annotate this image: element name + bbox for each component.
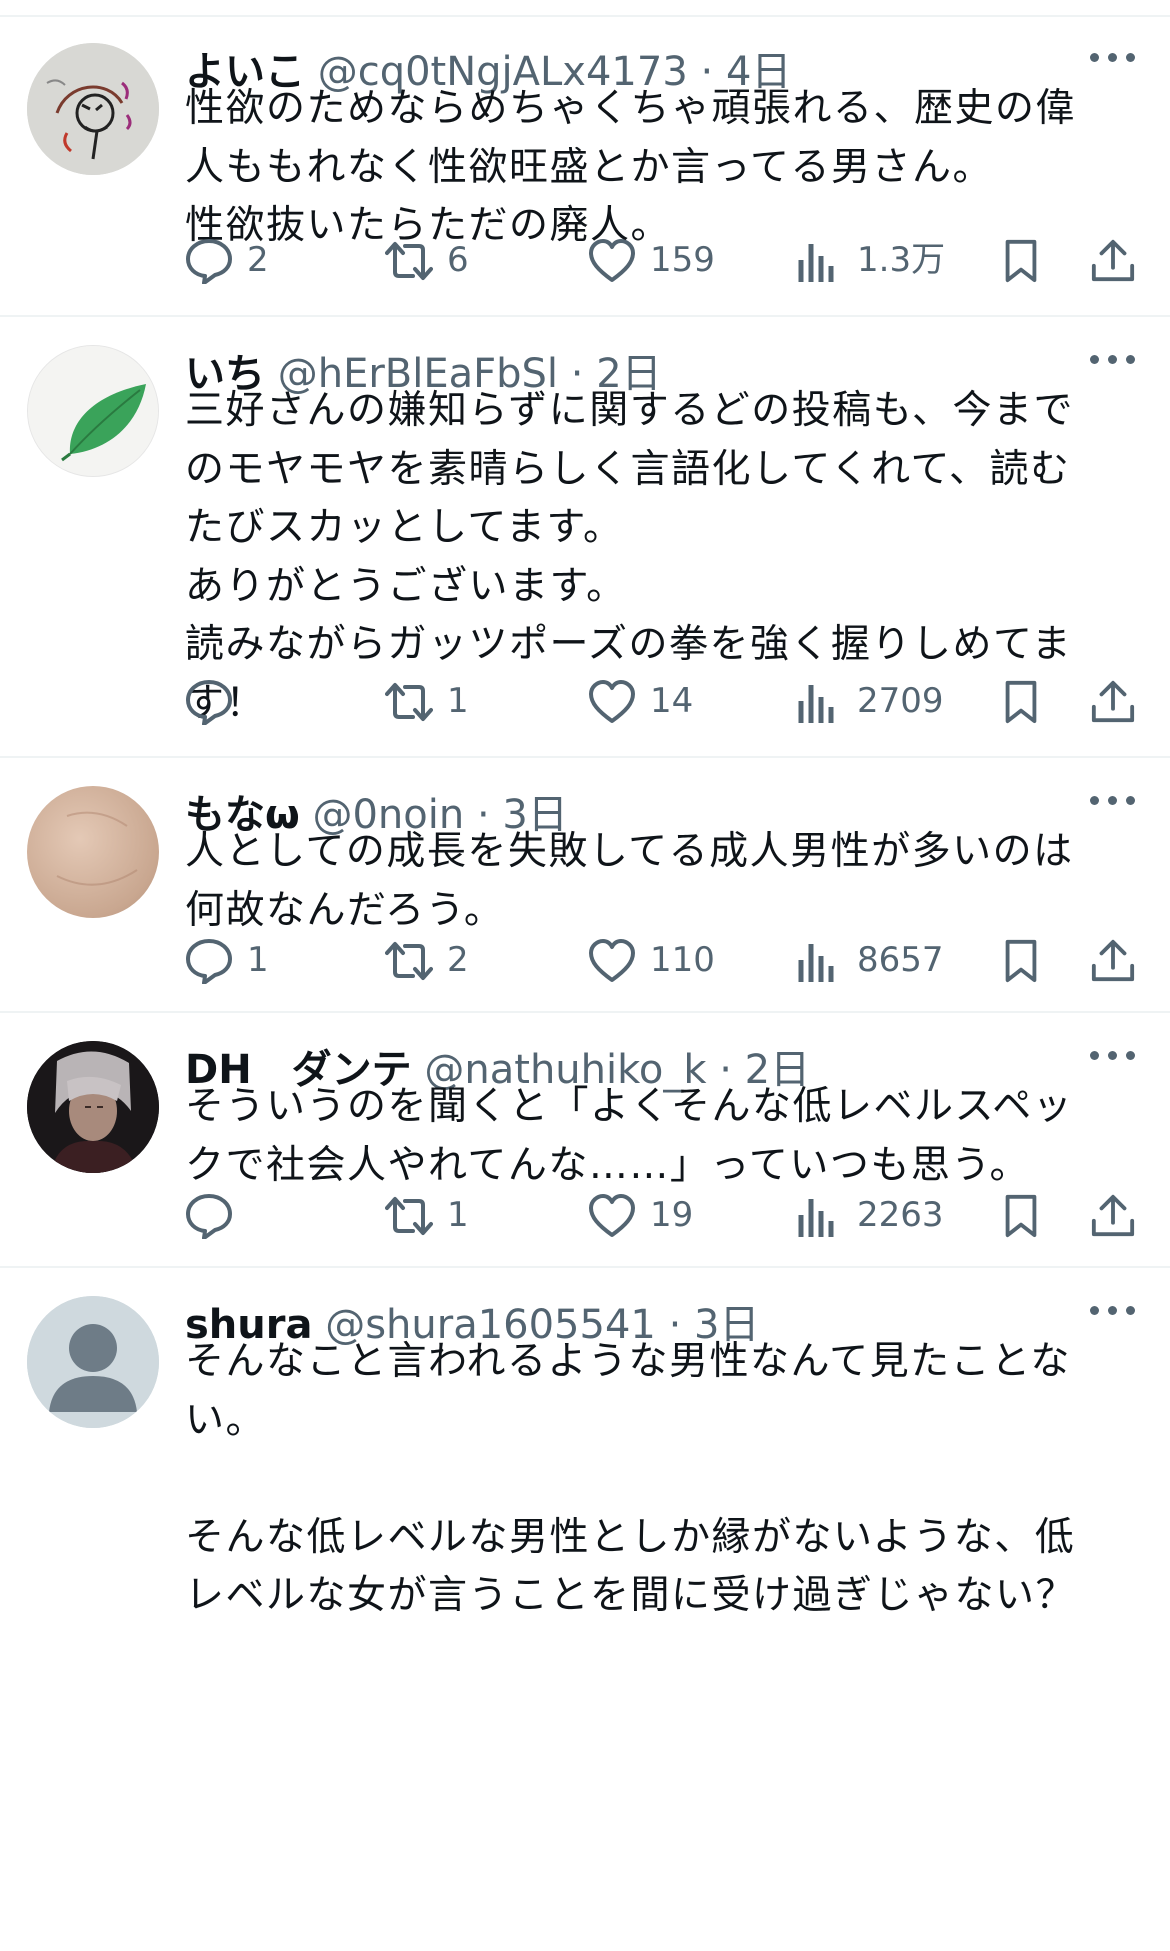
more-icon-dot [1108, 355, 1117, 364]
repost-icon [385, 1197, 433, 1235]
views-count: 2709 [857, 681, 944, 721]
like-count: 19 [650, 1195, 694, 1235]
more-icon [1090, 355, 1099, 364]
views-button[interactable]: 8657 [795, 930, 945, 990]
share-icon[interactable] [1090, 938, 1136, 984]
share-icon[interactable] [1090, 1193, 1136, 1239]
views-icon [798, 685, 834, 723]
post[interactable]: いち @hErBlEaFbSl · 2日 三好さんの嫌知らずに関するどの投稿も、… [0, 317, 1170, 757]
bookmark-icon[interactable] [998, 238, 1044, 284]
post[interactable]: もなω @0noin · 3日 人としての成長を失敗してる成人男性が多いのは 何… [0, 758, 1170, 1013]
repost-icon [385, 242, 433, 280]
views-icon [798, 944, 834, 982]
more-icon-dot [1126, 1051, 1135, 1060]
repost-count: 1 [447, 681, 469, 721]
leaf-avatar-icon [28, 346, 158, 476]
more-button[interactable] [1090, 48, 1136, 68]
action-bar: 1 14 2709 [0, 671, 1170, 731]
more-icon-dot [1126, 1306, 1135, 1315]
like-icon [589, 939, 635, 982]
like-count: 159 [650, 240, 715, 280]
repost-count: 6 [447, 240, 469, 280]
skin-photo-avatar-icon [56, 811, 138, 886]
share-icon[interactable] [1090, 679, 1136, 725]
more-icon-dot [1108, 1051, 1117, 1060]
like-button[interactable]: 110 [588, 930, 728, 990]
reply-count: 1 [247, 940, 269, 980]
more-icon-dot [1126, 796, 1135, 805]
reply-feed: よいこ @cq0tNgjALx4173 · 4日 性欲のためならめちゃくちゃ頑張… [0, 0, 1170, 1951]
like-count: 110 [650, 940, 715, 980]
repost-count: 2 [447, 940, 469, 980]
repost-icon [385, 683, 433, 721]
repost-button[interactable]: 1 [385, 671, 505, 731]
like-icon [589, 239, 635, 282]
action-bar: 2 6 159 1.3万 [0, 230, 1170, 290]
views-button[interactable]: 1.3万 [795, 230, 945, 290]
views-icon [798, 1199, 834, 1237]
like-count: 14 [650, 681, 694, 721]
more-icon-dot [1108, 1306, 1117, 1315]
reply-icon [186, 680, 232, 725]
like-button[interactable]: 159 [588, 230, 728, 290]
repost-icon [385, 942, 433, 980]
reply-icon [186, 939, 232, 984]
default-person-avatar-icon [27, 1296, 159, 1428]
views-count: 2263 [857, 1195, 944, 1235]
share-icon[interactable] [1090, 238, 1136, 284]
post[interactable]: よいこ @cq0tNgjALx4173 · 4日 性欲のためならめちゃくちゃ頑張… [0, 0, 1170, 316]
avatar[interactable] [27, 1041, 159, 1173]
more-button[interactable] [1090, 1301, 1136, 1321]
more-icon [1090, 1306, 1099, 1315]
like-icon [589, 680, 635, 723]
bookmark-icon[interactable] [998, 679, 1044, 725]
post-text: 人としての成長を失敗してる成人男性が多いのは 何故なんだろう。 [185, 829, 1074, 933]
sketch-avatar-icon [27, 43, 159, 175]
views-icon [798, 244, 834, 282]
views-count: 1.3万 [857, 240, 946, 280]
views-button[interactable]: 2709 [795, 671, 945, 731]
more-icon [1090, 1051, 1099, 1060]
more-icon-dot [1108, 796, 1117, 805]
repost-button[interactable]: 2 [385, 930, 505, 990]
reply-button[interactable]: 2 [185, 230, 305, 290]
character-avatar-icon [27, 1041, 159, 1173]
repost-button[interactable]: 6 [385, 230, 505, 290]
action-bar: 1 2 110 8657 [0, 930, 1170, 990]
bookmark-icon[interactable] [998, 938, 1044, 984]
reply-button[interactable]: 1 [185, 930, 305, 990]
more-icon-dot [1126, 53, 1135, 62]
like-icon [589, 1194, 635, 1237]
post-text: そんなこと言われるような男性なんて見たことな い。 そんな低レベルな男性としか縁… [185, 1339, 1077, 1618]
more-button[interactable] [1090, 791, 1136, 811]
reply-button[interactable] [185, 671, 305, 731]
more-icon-dot [1126, 355, 1135, 364]
more-icon-dot [1108, 53, 1117, 62]
more-icon [1090, 53, 1099, 62]
like-button[interactable]: 19 [588, 1185, 728, 1245]
bookmark-icon[interactable] [998, 1193, 1044, 1239]
more-icon [1090, 796, 1099, 805]
reply-button[interactable] [185, 1185, 305, 1245]
avatar[interactable] [27, 1296, 159, 1428]
more-button[interactable] [1090, 1046, 1136, 1066]
reply-count: 2 [247, 240, 269, 280]
avatar[interactable] [27, 345, 159, 477]
reply-icon [186, 239, 232, 284]
views-count: 8657 [857, 940, 944, 980]
reply-icon [186, 1194, 232, 1239]
repost-count: 1 [447, 1195, 469, 1235]
post-text: そういうのを聞くと「よくそんな低レベルスペッ クで社会人やれてんな……」っていつ… [185, 1084, 1074, 1188]
post[interactable]: DH ダンテ @nathuhiko_k · 2日 そういうのを聞くと「よくそんな… [0, 1013, 1170, 1268]
action-bar: 1 19 2263 [0, 1185, 1170, 1245]
views-button[interactable]: 2263 [795, 1185, 945, 1245]
more-button[interactable] [1090, 350, 1136, 370]
avatar[interactable] [27, 43, 159, 175]
post[interactable]: shura @shura1605541 · 3日 そんなこと言われるような男性な… [0, 1268, 1170, 1951]
repost-button[interactable]: 1 [385, 1185, 505, 1245]
like-button[interactable]: 14 [588, 671, 728, 731]
avatar[interactable] [27, 786, 159, 918]
